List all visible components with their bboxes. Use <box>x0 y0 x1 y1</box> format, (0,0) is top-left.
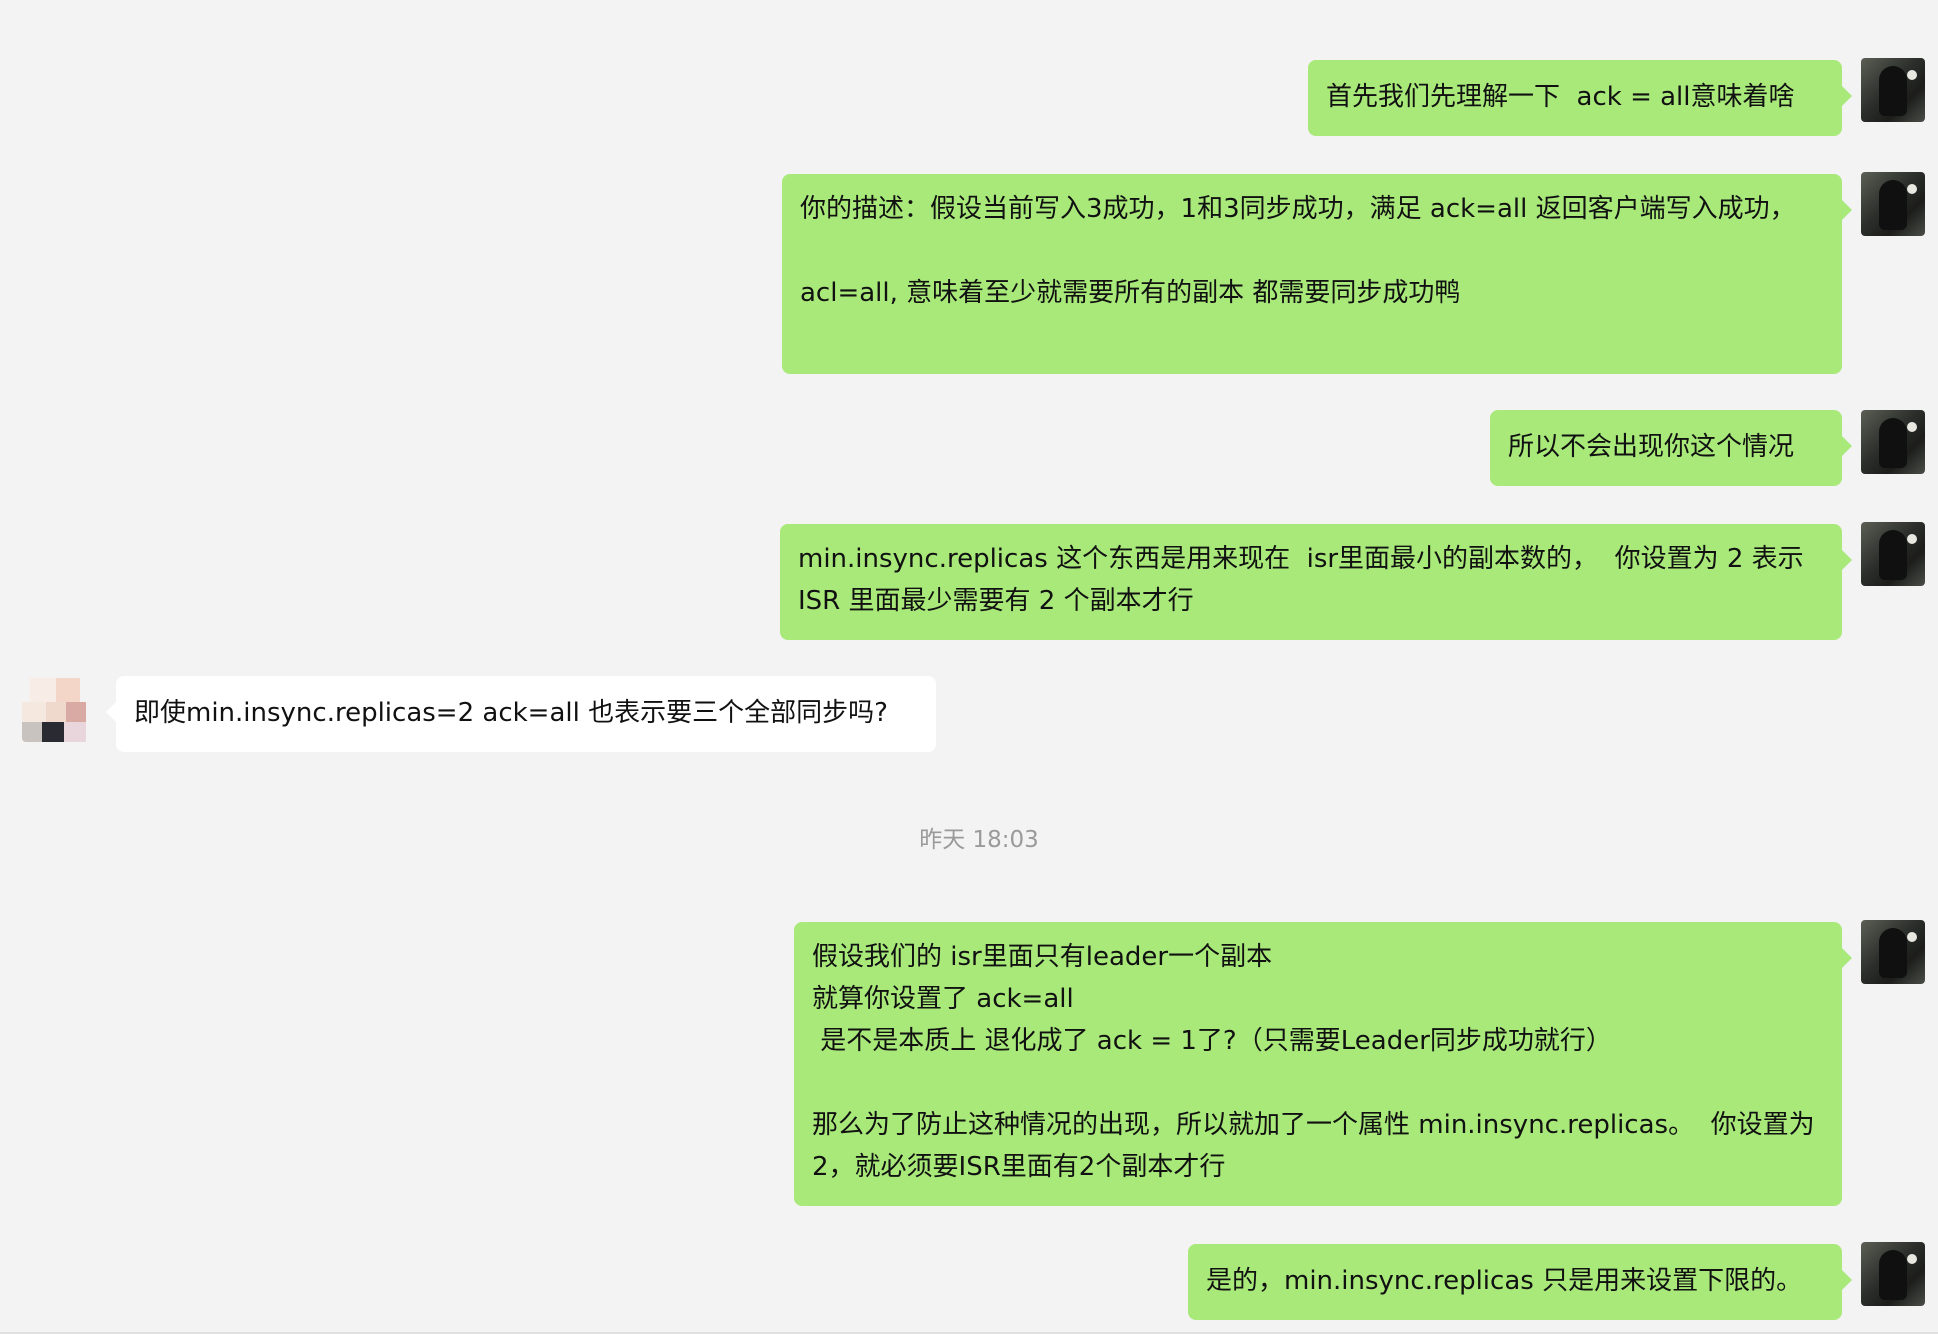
avatar-spot <box>1907 932 1917 942</box>
message-bubble[interactable]: 所以不会出现你这个情况 <box>1490 410 1852 486</box>
avatar-figure <box>1879 66 1907 116</box>
avatar-pixel <box>42 722 64 742</box>
self-avatar[interactable] <box>1861 172 1925 236</box>
avatar-spot <box>1907 70 1917 80</box>
avatar-pixel <box>22 702 46 722</box>
avatar-spot <box>1907 422 1917 432</box>
message-bubble[interactable]: 是的，min.insync.replicas 只是用来设置下限的。 <box>1188 1244 1852 1320</box>
avatar-spot <box>1907 534 1917 544</box>
avatar-figure <box>1879 1250 1907 1300</box>
self-avatar[interactable] <box>1861 410 1925 474</box>
avatar-pixel <box>56 678 80 702</box>
message-bubble[interactable]: 假设我们的 isr里面只有leader一个副本 就算你设置了 ack=all 是… <box>794 922 1852 1206</box>
avatar-figure <box>1879 418 1907 468</box>
message-bubble[interactable]: 首先我们先理解一下 ack = all意味着啥 <box>1308 60 1852 136</box>
chat-window: 首先我们先理解一下 ack = all意味着啥 你的描述：假设当前写入3成功，1… <box>0 0 1938 1334</box>
avatar-pixel <box>64 722 86 742</box>
avatar-spot <box>1907 1254 1917 1264</box>
avatar-pixel <box>30 678 56 702</box>
avatar-spot <box>1907 184 1917 194</box>
self-avatar[interactable] <box>1861 920 1925 984</box>
avatar-figure <box>1879 530 1907 580</box>
avatar-figure <box>1879 928 1907 978</box>
self-avatar[interactable] <box>1861 1242 1925 1306</box>
self-avatar[interactable] <box>1861 522 1925 586</box>
avatar-pixel <box>46 702 66 722</box>
avatar-figure <box>1879 180 1907 230</box>
timestamp: 昨天 18:03 <box>919 827 1039 853</box>
message-bubble[interactable]: 你的描述：假设当前写入3成功，1和3同步成功，满足 ack=all 返回客户端写… <box>782 174 1852 374</box>
message-bubble[interactable]: 即使min.insync.replicas=2 ack=all 也表示要三个全部… <box>106 676 936 752</box>
avatar-pixel <box>66 702 86 722</box>
other-avatar[interactable] <box>22 676 88 742</box>
avatar-pixel <box>22 722 42 742</box>
self-avatar[interactable] <box>1861 58 1925 122</box>
message-bubble[interactable]: min.insync.replicas 这个东西是用来现在 isr里面最小的副本… <box>780 524 1852 640</box>
